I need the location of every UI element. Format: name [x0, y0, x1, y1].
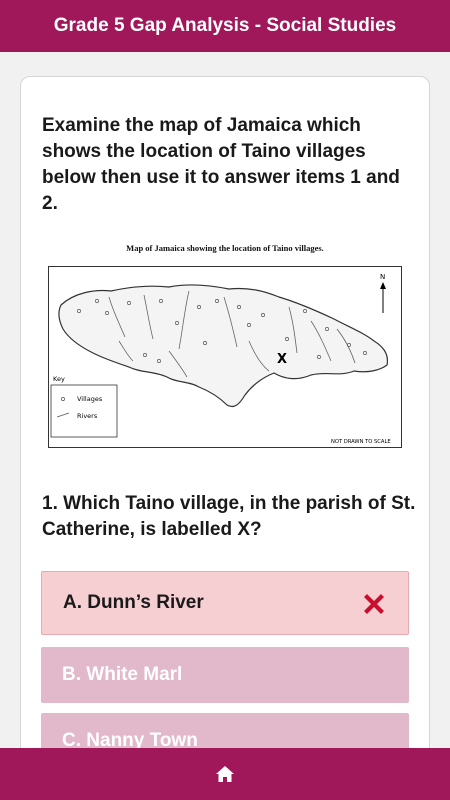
home-icon [216, 766, 234, 782]
answer-option-b[interactable]: B. White Marl [41, 647, 409, 703]
answer-option-a-label: A. Dunn’s River [63, 592, 204, 613]
map-key-title: Key [53, 375, 65, 383]
app-header: Grade 5 Gap Analysis - Social Studies [0, 0, 450, 52]
map-illustration: X N Key Villages Rivers NOT DRAWN TO SCA… [50, 273, 391, 445]
north-label: N [380, 273, 385, 281]
scale-note: NOT DRAWN TO SCALE [331, 439, 391, 445]
map-key-box [50, 384, 118, 438]
question-text: 1. Which Taino village, in the parish of… [42, 493, 416, 540]
jamaica-map: Map of Jamaica showing the location of T… [48, 243, 402, 451]
map-caption: Map of Jamaica showing the location of T… [126, 243, 324, 253]
page-title: Grade 5 Gap Analysis - Social Studies [53, 15, 397, 36]
home-button[interactable] [213, 762, 237, 786]
map-frame: X N Key Villages Rivers NOT DRAWN TO SCA… [48, 266, 402, 448]
village-x-marker: X [277, 352, 287, 367]
map-key-rivers: Rivers [77, 412, 98, 420]
map-key-villages: Villages [77, 395, 103, 403]
answer-option-b-label: B. White Marl [62, 664, 183, 685]
question-card: Examine the map of Jamaica which shows t… [20, 76, 430, 798]
instruction-text: Examine the map of Jamaica which shows t… [42, 115, 400, 214]
north-arrow-icon [380, 282, 386, 313]
answer-option-a[interactable]: A. Dunn’s River [41, 571, 409, 635]
x-mark-icon [364, 594, 384, 614]
bottom-nav [0, 748, 450, 800]
